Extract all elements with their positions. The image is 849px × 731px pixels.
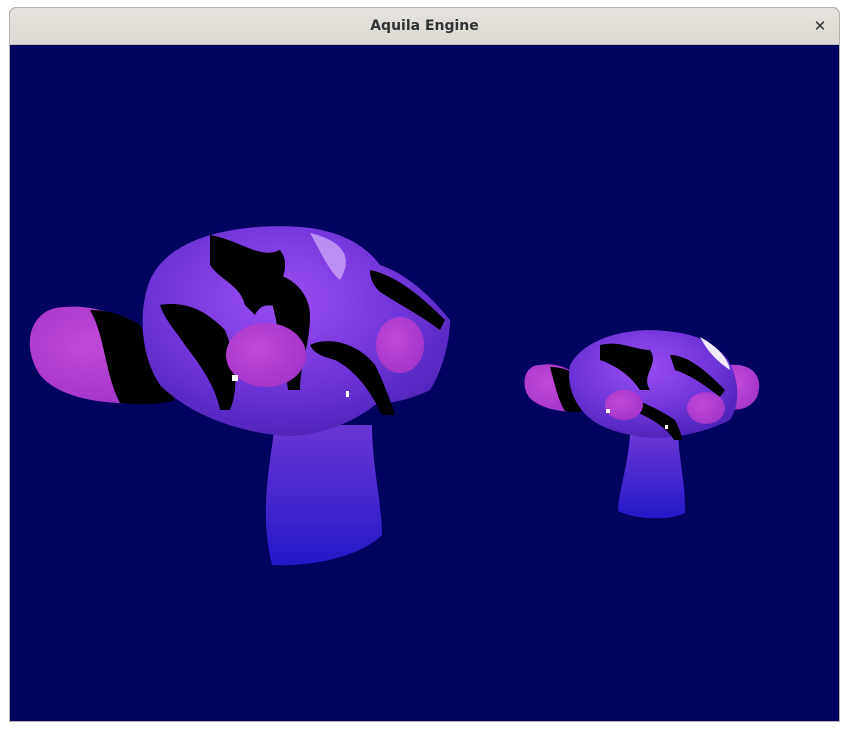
specular-highlight xyxy=(665,425,668,429)
title-bar[interactable]: Aquila Engine ✕ xyxy=(10,8,839,45)
monkey-model-large xyxy=(29,226,450,566)
specular-highlight xyxy=(606,409,610,413)
app-window: Aquila Engine ✕ xyxy=(9,7,840,722)
model-neck xyxy=(618,435,686,519)
monkey-model-small xyxy=(524,330,760,519)
render-viewport[interactable] xyxy=(10,45,839,721)
model-neck xyxy=(265,425,382,566)
model-cheek-right xyxy=(376,317,424,373)
model-cheek-right xyxy=(687,392,725,424)
close-icon: ✕ xyxy=(813,17,827,35)
window-title: Aquila Engine xyxy=(370,18,479,34)
model-cheek-left xyxy=(605,390,643,420)
close-button[interactable]: ✕ xyxy=(809,15,831,37)
specular-highlight xyxy=(346,391,349,397)
specular-highlight xyxy=(232,375,238,381)
